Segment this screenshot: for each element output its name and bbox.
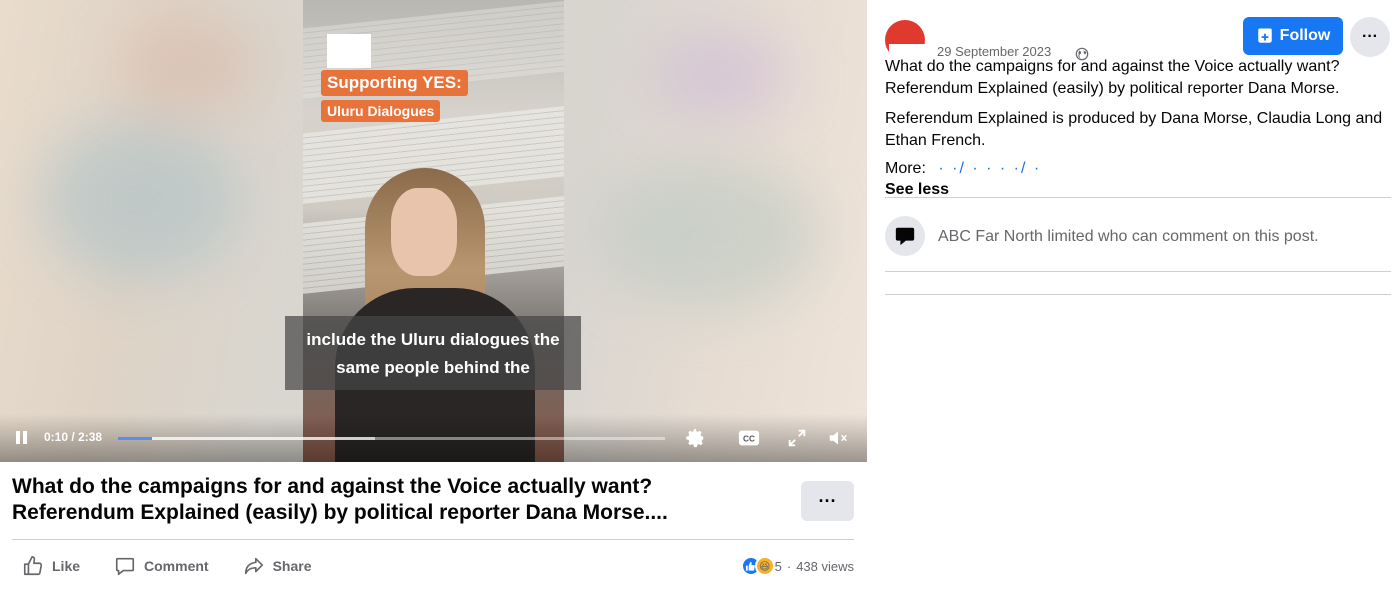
caption-line: same people behind the: [336, 358, 530, 377]
progress-played: [118, 437, 153, 440]
video-controls: 0:10 / 2:38 CC: [0, 414, 867, 462]
post-sidebar: 29 September 2023 Follow ··· What do the…: [867, 0, 1400, 594]
fullscreen-icon[interactable]: [785, 427, 809, 449]
comment-restricted-icon: [885, 216, 925, 256]
thumbs-up-icon: [23, 556, 43, 576]
background-blur: [650, 30, 790, 120]
video-frame: Supporting YES: Uluru Dialogues: [303, 0, 564, 462]
svg-text:CC: CC: [743, 435, 755, 444]
follow-button[interactable]: Follow: [1243, 17, 1343, 55]
post-description: What do the campaigns for and against th…: [885, 56, 1395, 160]
divider: [12, 539, 854, 540]
time-display: 0:10 / 2:38: [44, 430, 103, 444]
share-button[interactable]: Share: [233, 551, 312, 581]
reaction-count[interactable]: 5: [775, 559, 782, 574]
video-caption: include the Uluru dialogues the same peo…: [285, 316, 581, 390]
like-label: Like: [52, 558, 81, 574]
video-player[interactable]: Supporting YES: Uluru Dialogues include …: [0, 0, 867, 462]
separator-dot: ·: [786, 558, 792, 574]
divider: [885, 271, 1391, 272]
post-title-line: Referendum Explained (easily) by politic…: [12, 501, 668, 524]
description-line: What do the campaigns for and against th…: [885, 58, 1340, 75]
description-paragraph: Referendum Explained is produced by Dana…: [885, 110, 1383, 149]
divider: [885, 294, 1391, 295]
overlay-tag-uluru: Uluru Dialogues: [321, 100, 441, 122]
view-count: 438 views: [796, 558, 854, 574]
background-blur: [40, 120, 240, 280]
like-button[interactable]: Like: [12, 551, 80, 581]
progress-bar[interactable]: [118, 437, 665, 440]
background-blur: [600, 160, 820, 310]
progress-buffered: [118, 437, 376, 440]
more-label: More:: [885, 160, 926, 177]
more-link[interactable]: · ·/ · · · ·/ ·: [938, 160, 1041, 177]
volume-muted-icon[interactable]: [826, 427, 850, 449]
share-arrow-icon: [244, 557, 263, 575]
pause-button[interactable]: [14, 430, 30, 446]
post-options-button[interactable]: ···: [1350, 17, 1390, 57]
overlay-tag-supporting: Supporting YES:: [321, 70, 468, 96]
divider: [885, 197, 1391, 198]
background-blur: [120, 20, 260, 110]
closed-captions-icon[interactable]: CC: [737, 427, 761, 449]
more-line: More: · ·/ · · · ·/ ·: [885, 160, 1041, 178]
haha-reaction-icon[interactable]: 😆: [754, 556, 775, 576]
comment-button[interactable]: Comment: [104, 551, 209, 581]
share-label: Share: [272, 558, 312, 574]
settings-gear-icon[interactable]: [683, 427, 707, 449]
post-title: What do the campaigns for and against th…: [12, 474, 782, 526]
comment-bubble-icon: [115, 557, 135, 576]
comment-label: Comment: [144, 558, 209, 574]
description-line: Referendum Explained (easily) by politic…: [885, 80, 1340, 97]
post-actions: Like Comment Share: [12, 552, 336, 580]
follow-plus-icon: [1257, 28, 1272, 43]
follow-label: Follow: [1279, 27, 1331, 44]
caption-line: include the Uluru dialogues the: [306, 330, 560, 349]
post-stats: 😆 5 · 438 views: [740, 556, 854, 576]
comment-restriction-notice: ABC Far North limited who can comment on…: [938, 228, 1319, 245]
channel-logo: [327, 34, 371, 68]
post-title-line: What do the campaigns for and against th…: [12, 475, 653, 498]
more-options-button[interactable]: ···: [801, 481, 854, 521]
